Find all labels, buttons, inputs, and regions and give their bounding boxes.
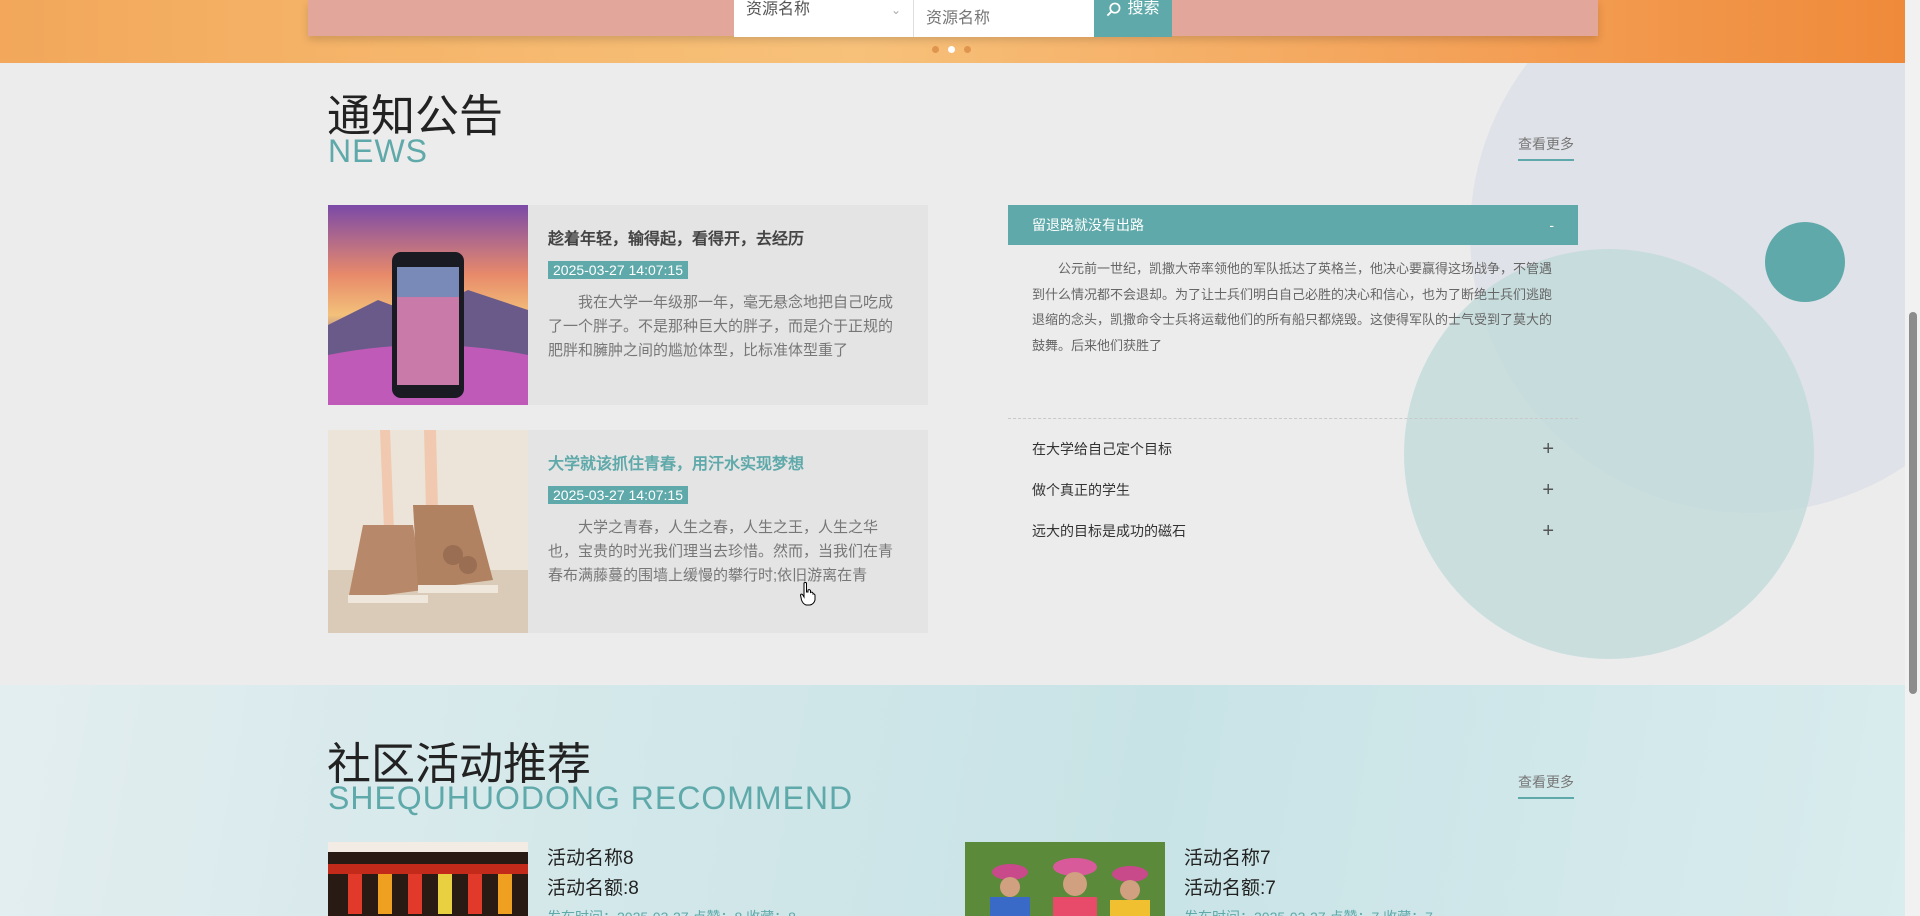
news-card-excerpt: 大学之青春，人生之春，人生之王，人生之华也，宝贵的时光我们理当去珍惜。然而，当我…	[548, 519, 894, 584]
page-scrollbar-thumb[interactable]	[1909, 312, 1917, 694]
news-card-date: 2025-03-27 14:07:15	[548, 486, 688, 504]
news-more-link[interactable]: 查看更多	[1518, 134, 1574, 161]
news-section-subtitle: NEWS	[328, 133, 428, 169]
search-type-value: 资源名称	[746, 1, 811, 18]
hand-cursor-icon	[800, 582, 816, 606]
accordion-item[interactable]: 做个真正的学生 +	[1008, 480, 1578, 500]
hero-banner: 资源名称 ⌄ 搜索	[0, 0, 1905, 63]
carousel-dots	[932, 46, 971, 53]
collapse-icon[interactable]: -	[1549, 205, 1554, 245]
accordion-divider	[1008, 418, 1578, 419]
news-card-title[interactable]: 趁着年轻，输得起，看得开，去经历	[548, 225, 903, 249]
activity-name[interactable]: 活动名称7	[1184, 843, 1271, 870]
accordion-item-title: 远大的目标是成功的磁石	[1032, 523, 1186, 539]
activity-meta: 发布时间：2025-03-27 点赞：8 收藏：8	[547, 907, 796, 916]
activity-more-link[interactable]: 查看更多	[1518, 772, 1574, 799]
news-card-title[interactable]: 大学就该抓住青春，用汗水实现梦想	[548, 450, 903, 474]
accordion-item[interactable]: 在大学给自己定个目标 +	[1008, 439, 1578, 459]
news-section: 通知公告 NEWS 查看更多 趁着年轻，输得起，看得开，去经历 2025-03-…	[0, 63, 1905, 685]
decor-circle	[1765, 222, 1845, 302]
expand-icon[interactable]: +	[1542, 521, 1554, 541]
news-card-date: 2025-03-27 14:07:15	[548, 261, 688, 279]
search-button[interactable]: 搜索	[1094, 0, 1172, 37]
activity-quota: 活动名额:7	[1184, 878, 1276, 899]
search-type-select[interactable]: 资源名称 ⌄	[734, 0, 914, 37]
news-card-excerpt: 我在大学一年级那一年，毫无悬念地把自己吃成了一个胖子。不是那种巨大的胖子，而是介…	[548, 294, 894, 359]
activity-image-festival[interactable]	[965, 842, 1165, 916]
accordion-item-title: 做个真正的学生	[1032, 482, 1130, 498]
activity-image-lanterns[interactable]	[328, 842, 528, 916]
expand-icon[interactable]: +	[1542, 480, 1554, 500]
search-button-label: 搜索	[1127, 0, 1160, 17]
activity-meta: 发布时间：2025-03-27 点赞：7 收藏：7	[1184, 907, 1433, 916]
news-card[interactable]: 趁着年轻，输得起，看得开，去经历 2025-03-27 14:07:15 我在大…	[328, 205, 928, 405]
accordion-item[interactable]: 远大的目标是成功的磁石 +	[1008, 521, 1578, 541]
carousel-dot-active[interactable]	[948, 46, 955, 53]
carousel-dot[interactable]	[964, 46, 971, 53]
carousel-dot[interactable]	[932, 46, 939, 53]
news-card[interactable]: 大学就该抓住青春，用汗水实现梦想 2025-03-27 14:07:15 大学之…	[328, 430, 928, 633]
accordion-item-title: 在大学给自己定个目标	[1032, 441, 1172, 457]
accordion-content: 公元前一世纪，凯撒大帝率领他的军队抵达了英格兰，他决心要赢得这场战争，不管遇到什…	[1032, 261, 1553, 353]
chevron-down-icon: ⌄	[890, 3, 901, 17]
activity-section: 社区活动推荐 SHEQUHUODONG RECOMMEND 查看更多 活动名称8…	[0, 685, 1905, 916]
search-input[interactable]	[914, 0, 1094, 37]
activity-quota: 活动名额:8	[547, 878, 639, 899]
accordion-header-open[interactable]: 留退路就没有出路 -	[1008, 205, 1578, 245]
accordion-title: 留退路就没有出路	[1032, 217, 1144, 233]
search-icon	[1107, 2, 1121, 17]
news-image-phone[interactable]	[328, 205, 528, 405]
expand-icon[interactable]: +	[1542, 439, 1554, 459]
activity-section-subtitle: SHEQUHUODONG RECOMMEND	[328, 780, 854, 816]
activity-name[interactable]: 活动名称8	[547, 843, 634, 870]
news-image-boots[interactable]	[328, 430, 528, 633]
